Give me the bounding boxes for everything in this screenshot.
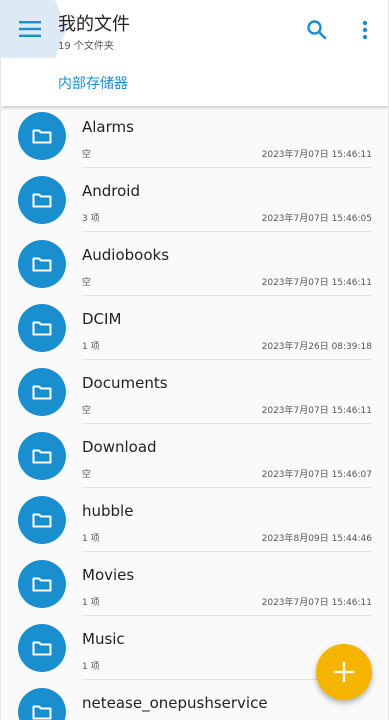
folder-icon-badge — [18, 304, 66, 352]
folder-icon-badge — [18, 240, 66, 288]
breadcrumb[interactable]: 内部存储器 — [58, 73, 128, 93]
more-vert-icon — [362, 20, 368, 40]
list-item[interactable]: Alarms 空 2023年7月07日 15:46:11 — [1, 106, 388, 170]
folder-icon — [32, 321, 52, 336]
folder-name: Download — [82, 438, 157, 456]
folder-icon — [32, 385, 52, 400]
folder-icon — [32, 129, 52, 144]
folder-list: Alarms 空 2023年7月07日 15:46:11 Android 3 项… — [1, 106, 388, 720]
folder-name: hubble — [82, 502, 134, 520]
folder-icon-badge — [18, 624, 66, 672]
folder-name: Music — [82, 630, 125, 648]
add-icon — [334, 662, 354, 682]
folder-modified-date: 2023年7月07日 15:46:11 — [261, 406, 372, 416]
divider — [82, 423, 372, 424]
search-icon — [307, 20, 327, 40]
folder-icon — [32, 577, 52, 592]
folder-icon — [32, 641, 52, 656]
list-item[interactable]: hubble 1 项 2023年8月09日 15:44:46 — [1, 490, 388, 554]
divider — [82, 487, 372, 488]
more-options-button[interactable] — [355, 18, 375, 42]
folder-icon — [32, 705, 52, 720]
list-item[interactable]: Documents 空 2023年7月07日 15:46:11 — [1, 362, 388, 426]
folder-modified-date: 2023年8月09日 15:44:46 — [261, 534, 372, 544]
folder-modified-date: 2023年7月07日 15:46:11 — [261, 598, 372, 608]
folder-item-count: 空 — [82, 150, 92, 160]
folder-item-count: 空 — [82, 470, 92, 480]
folder-icon — [32, 257, 52, 272]
folder-item-count: 3 项 — [82, 214, 100, 224]
folder-icon-badge — [18, 560, 66, 608]
file-manager-screen: 我的文件 19 个文件夹 内部存储器 Alarms 空 2023年7月07日 1… — [0, 0, 389, 720]
folder-item-count: 空 — [82, 278, 92, 288]
folder-icon-badge — [18, 176, 66, 224]
app-bar: 我的文件 19 个文件夹 内部存储器 — [1, 0, 388, 106]
divider — [82, 359, 372, 360]
folder-icon-badge — [18, 496, 66, 544]
divider — [82, 615, 372, 616]
folder-modified-date: 2023年7月07日 15:46:11 — [261, 150, 372, 160]
folder-modified-date: 2023年7月26日 08:39:18 — [261, 342, 372, 352]
search-button[interactable] — [305, 18, 329, 42]
divider — [82, 295, 372, 296]
list-item[interactable]: Audiobooks 空 2023年7月07日 15:46:11 — [1, 234, 388, 298]
folder-item-count: 1 项 — [82, 342, 100, 352]
divider — [82, 551, 372, 552]
folder-modified-date: 2023年7月07日 15:46:05 — [261, 214, 372, 224]
list-item[interactable]: Android 3 项 2023年7月07日 15:46:05 — [1, 170, 388, 234]
folder-modified-date: 2023年7月07日 15:46:11 — [261, 278, 372, 288]
folder-icon-badge — [18, 368, 66, 416]
menu-icon — [19, 21, 41, 37]
folder-item-count: 1 项 — [82, 662, 100, 672]
folder-name: Movies — [82, 566, 135, 584]
folder-icon-badge — [18, 688, 66, 720]
divider — [82, 231, 372, 232]
folder-icon — [32, 449, 52, 464]
divider — [82, 167, 372, 168]
list-item[interactable]: DCIM 1 项 2023年7月26日 08:39:18 — [1, 298, 388, 362]
folder-name: Alarms — [82, 118, 134, 136]
add-button[interactable] — [316, 644, 372, 700]
list-item[interactable]: Movies 1 项 2023年7月07日 15:46:11 — [1, 554, 388, 618]
folder-count: 19 个文件夹 — [58, 41, 114, 52]
folder-name: netease_onepushservice — [82, 694, 268, 712]
folder-item-count: 空 — [82, 406, 92, 416]
list-item[interactable]: Download 空 2023年7月07日 15:46:07 — [1, 426, 388, 490]
folder-icon-badge — [18, 112, 66, 160]
folder-icon-badge — [18, 432, 66, 480]
folder-name: Documents — [82, 374, 168, 392]
folder-name: Audiobooks — [82, 246, 170, 264]
folder-icon — [32, 513, 52, 528]
folder-name: Android — [82, 182, 140, 200]
folder-name: DCIM — [82, 310, 122, 328]
folder-item-count: 1 项 — [82, 534, 100, 544]
page-title: 我的文件 — [58, 14, 130, 35]
folder-modified-date: 2023年7月07日 15:46:07 — [261, 470, 372, 480]
folder-icon — [32, 193, 52, 208]
folder-item-count: 1 项 — [82, 598, 100, 608]
